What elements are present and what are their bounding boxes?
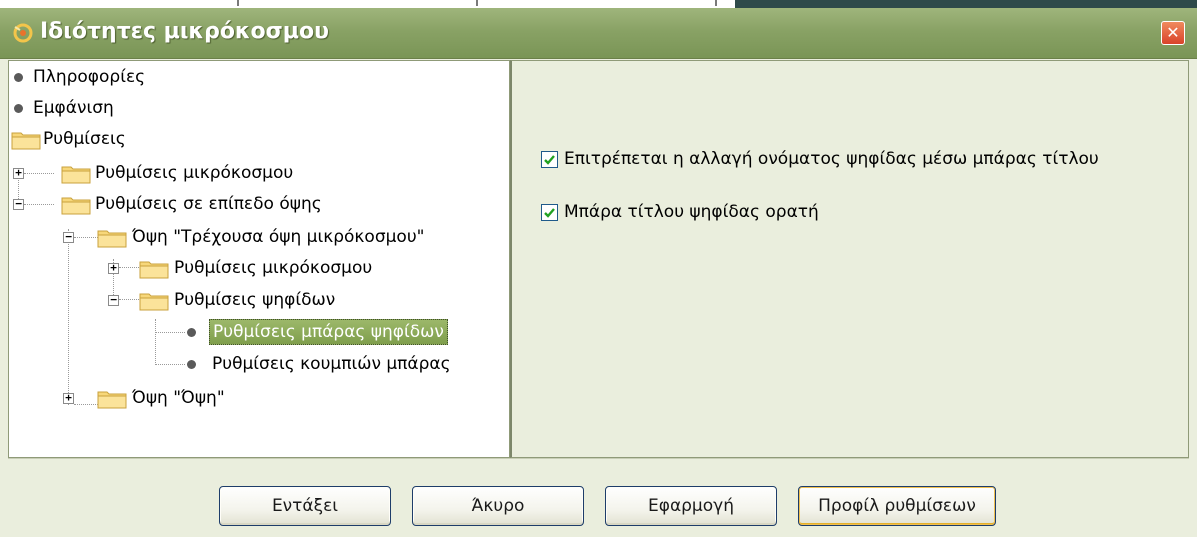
- tree-item-label: Πληροφορίες: [33, 67, 146, 87]
- tree-item-microworld-settings[interactable]: + Ρυθμίσεις μικρόκοσμου: [9, 158, 509, 188]
- tree-item-current-view[interactable]: − Όψη "Τρέχουσα όψη μικρόκοσμου": [9, 222, 509, 252]
- bullet-icon: [187, 360, 196, 369]
- option-label: Μπάρα τίτλου ψηφίδας ορατή: [564, 202, 819, 222]
- background-dark-area: [735, 0, 1197, 8]
- collapse-icon[interactable]: −: [13, 198, 24, 210]
- tree-item-view-microworld-settings[interactable]: + Ρυθμίσεις μικρόκοσμου: [9, 253, 509, 283]
- checkbox-rename-via-titlebar[interactable]: [541, 150, 558, 168]
- tree-item-label: Όψη "Όψη": [132, 388, 225, 408]
- close-icon: ✕: [1166, 23, 1180, 42]
- checkmark-icon: [544, 207, 555, 218]
- tree-item-label: Όψη "Τρέχουσα όψη μικρόκοσμου": [132, 227, 425, 247]
- folder-icon: [61, 166, 91, 184]
- folder-icon: [97, 391, 127, 409]
- properties-dialog: Ιδιότητες μικρόκοσμου ✕ Πληροφορίες Εμφά…: [0, 8, 1197, 537]
- expand-icon[interactable]: +: [13, 167, 24, 179]
- background-window-fragment: [0, 0, 1197, 8]
- tree-item-tile-bar-settings[interactable]: Ρυθμίσεις μπάρας ψηφίδων: [9, 317, 509, 347]
- bullet-icon: [14, 104, 23, 113]
- settings-profiles-button[interactable]: Προφίλ ρυθμίσεων: [798, 486, 996, 526]
- close-button[interactable]: ✕: [1161, 21, 1185, 45]
- tree-item-bar-buttons-settings[interactable]: Ρυθμίσεις κουμπιών μπάρας: [9, 349, 509, 379]
- divider: [8, 458, 1189, 459]
- app-icon: [13, 23, 33, 43]
- option-label: Επιτρέπεται η αλλαγή ονόματος ψηφίδας μέ…: [564, 149, 1099, 169]
- tree-item-label: Ρυθμίσεις σε επίπεδο όψης: [95, 194, 322, 214]
- tree-item-label: Ρυθμίσεις ψηφίδων: [174, 290, 336, 310]
- settings-panel: Επιτρέπεται η αλλαγή ονόματος ψηφίδας μέ…: [510, 60, 1189, 458]
- folder-icon: [139, 261, 169, 279]
- bullet-icon: [14, 73, 23, 82]
- tree-item-label: Ρυθμίσεις μικρόκοσμου: [95, 163, 294, 183]
- collapse-icon[interactable]: −: [63, 231, 74, 243]
- folder-icon: [139, 293, 169, 311]
- ok-button[interactable]: Εντάξει: [219, 486, 391, 526]
- expand-icon[interactable]: +: [63, 392, 74, 404]
- option-titlebar-visible[interactable]: Μπάρα τίτλου ψηφίδας ορατή: [541, 199, 819, 225]
- cancel-button[interactable]: Άκυρο: [412, 486, 584, 526]
- collapse-icon[interactable]: −: [108, 294, 119, 306]
- tree-item-settings[interactable]: Ρυθμίσεις: [9, 124, 509, 154]
- folder-icon: [61, 197, 91, 215]
- folder-icon: [97, 230, 127, 248]
- expand-icon[interactable]: +: [108, 262, 119, 274]
- title-bar[interactable]: Ιδιότητες μικρόκοσμου ✕: [0, 8, 1197, 59]
- tree-item-tile-settings[interactable]: − Ρυθμίσεις ψηφίδων: [9, 285, 509, 315]
- tree-item-label: Εμφάνιση: [33, 98, 114, 118]
- tree-item-appearance[interactable]: Εμφάνιση: [9, 93, 509, 123]
- checkmark-icon: [544, 154, 555, 165]
- folder-icon: [11, 132, 41, 150]
- background-tick: [237, 0, 239, 6]
- background-tick: [476, 0, 478, 6]
- option-rename-via-titlebar[interactable]: Επιτρέπεται η αλλαγή ονόματος ψηφίδας μέ…: [541, 146, 1099, 172]
- tree-item-info[interactable]: Πληροφορίες: [9, 62, 509, 92]
- checkbox-titlebar-visible[interactable]: [541, 203, 558, 221]
- tree-item-label: Ρυθμίσεις μικρόκοσμου: [174, 258, 373, 278]
- tree-item-label: Ρυθμίσεις: [43, 129, 126, 149]
- dialog-title: Ιδιότητες μικρόκοσμου: [40, 19, 329, 44]
- tree-item-view-level-settings[interactable]: − Ρυθμίσεις σε επίπεδο όψης: [9, 189, 509, 219]
- tree-item-label: Ρυθμίσεις μπάρας ψηφίδων: [209, 319, 448, 345]
- apply-button[interactable]: Εφαρμογή: [605, 486, 777, 526]
- tree-item-view[interactable]: + Όψη "Όψη": [9, 383, 509, 413]
- bullet-icon: [187, 328, 196, 337]
- tree-item-label: Ρυθμίσεις κουμπιών μπάρας: [212, 354, 451, 374]
- background-tick: [715, 0, 717, 6]
- settings-tree[interactable]: Πληροφορίες Εμφάνιση Ρυθμίσεις + Ρυθμίσε…: [8, 60, 510, 458]
